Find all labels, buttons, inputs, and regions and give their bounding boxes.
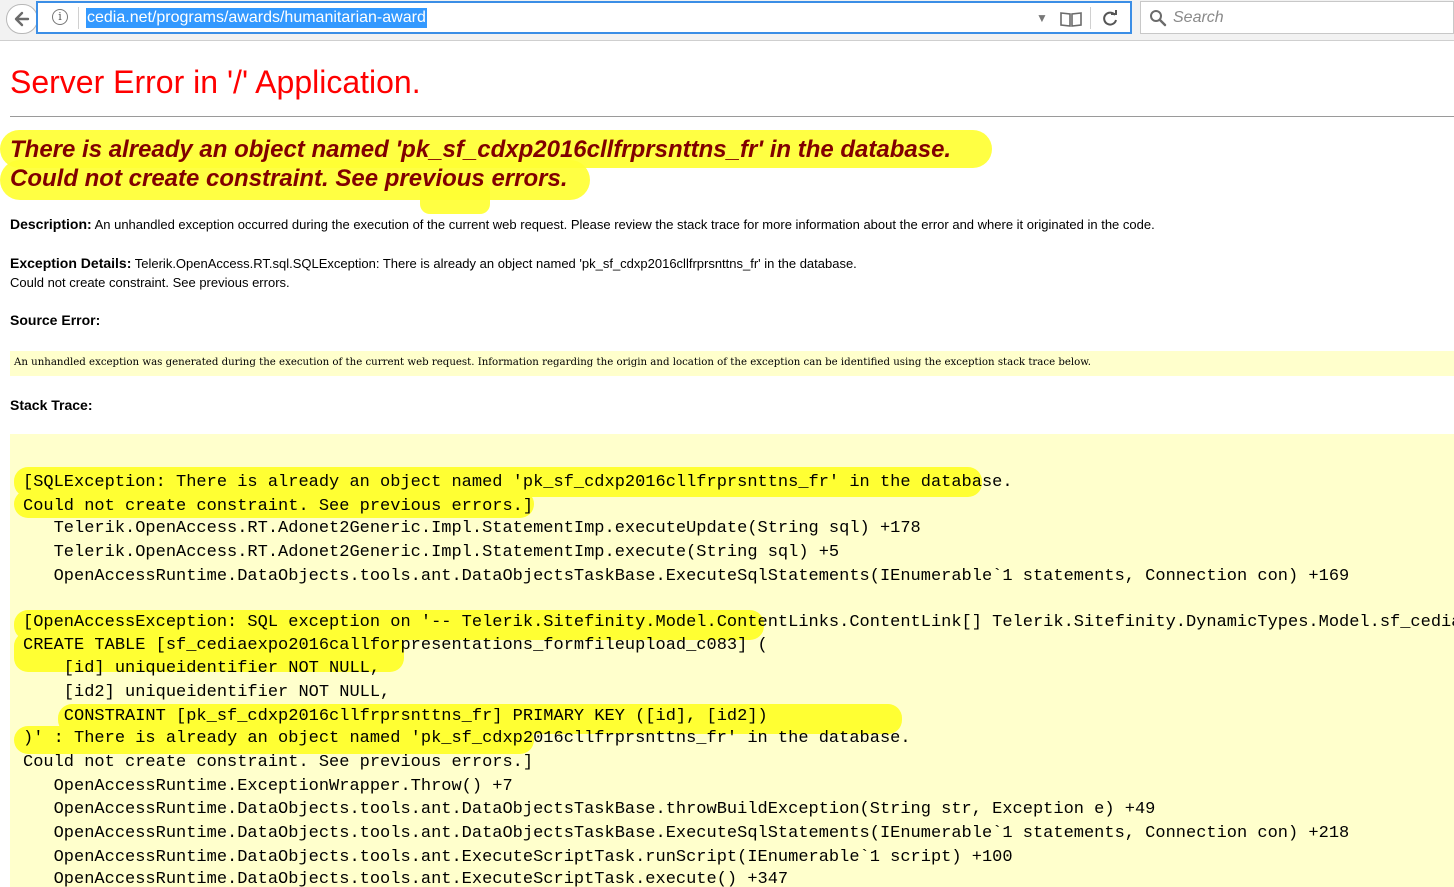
exception-details-label: Exception Details: (10, 255, 132, 271)
source-error-label: Source Error: (10, 312, 101, 328)
stack-trace-line: [id2] uniqueidentifier NOT NULL, (23, 683, 391, 702)
stack-trace-line: CONSTRAINT [pk_sf_cdxp2016cllfrprsnttns_… (23, 707, 768, 726)
stack-trace-line: OpenAccessRuntime.DataObjects.tools.ant.… (23, 848, 1013, 867)
stack-trace-line: Could not create constraint. See previou… (23, 753, 534, 772)
description-label: Description: (10, 216, 92, 232)
stack-trace-box: [SQLException: There is already an objec… (10, 434, 1454, 887)
stack-trace-line: Telerik.OpenAccess.RT.Adonet2Generic.Imp… (23, 543, 840, 562)
stack-trace-heading: Stack Trace: (10, 396, 93, 415)
exception-details-line-2: Could not create constraint. See previou… (10, 275, 290, 290)
browser-toolbar: i cedia.net/programs/awards/humanitarian… (0, 0, 1454, 41)
stack-trace-line: OpenAccessRuntime.DataObjects.tools.ant.… (23, 567, 1350, 586)
stack-trace-line: [id] uniqueidentifier NOT NULL, (23, 659, 381, 678)
dropdown-arrow-icon[interactable]: ▼ (1036, 11, 1048, 25)
description-text: An unhandled exception occurred during t… (91, 217, 1155, 232)
url-separator (78, 7, 79, 29)
exception-details-text: Telerik.OpenAccess.RT.sql.SQLException: … (131, 256, 857, 271)
stack-trace-line: OpenAccessRuntime.ExceptionWrapper.Throw… (23, 777, 513, 796)
url-text[interactable]: cedia.net/programs/awards/humanitarian-a… (86, 8, 427, 28)
stack-trace-line: OpenAccessRuntime.DataObjects.tools.ant.… (23, 824, 1350, 843)
source-error-box: An unhandled exception was generated dur… (10, 351, 1454, 376)
error-page: Server Error in '/' Application. There i… (0, 42, 1454, 887)
source-error-text: An unhandled exception was generated dur… (14, 357, 1092, 368)
description-line: Description: An unhandled exception occu… (10, 215, 1155, 234)
reader-view-icon[interactable] (1060, 11, 1082, 27)
exception-details-line: Exception Details: Telerik.OpenAccess.RT… (10, 254, 857, 273)
search-icon (1150, 10, 1167, 27)
stack-trace-line: [SQLException: There is already an objec… (23, 473, 1013, 492)
error-message-line: Could not create constraint. See previou… (10, 165, 568, 192)
address-bar[interactable]: i cedia.net/programs/awards/humanitarian… (36, 1, 1132, 34)
stack-trace-line: )' : There is already an object named 'p… (23, 729, 911, 748)
stack-trace-label: Stack Trace: (10, 397, 93, 413)
info-icon[interactable]: i (52, 9, 68, 25)
source-error-heading: Source Error: (10, 311, 100, 330)
stack-trace-line: OpenAccessRuntime.DataObjects.tools.ant.… (23, 800, 1156, 819)
search-box[interactable]: Search (1140, 1, 1454, 34)
stack-trace-line: CREATE TABLE [sf_cediaexpo2016callforpre… (23, 636, 768, 655)
back-button[interactable] (6, 4, 38, 34)
reload-separator (1090, 7, 1091, 29)
error-message-line: There is already an object named 'pk_sf_… (10, 136, 952, 163)
search-placeholder[interactable]: Search (1173, 9, 1224, 27)
reload-icon[interactable] (1100, 9, 1120, 29)
divider (10, 116, 1454, 117)
stack-trace-line: Telerik.OpenAccess.RT.Adonet2Generic.Imp… (23, 519, 921, 538)
stack-trace-line: OpenAccessRuntime.DataObjects.tools.ant.… (23, 870, 789, 887)
stack-trace-line: Could not create constraint. See previou… (23, 497, 534, 516)
error-heading: There is already an object named 'pk_sf_… (10, 135, 951, 193)
page-title: Server Error in '/' Application. (10, 64, 421, 100)
back-arrow-icon (14, 11, 30, 27)
stack-trace-line: [OpenAccessException: SQL exception on '… (23, 613, 1454, 632)
